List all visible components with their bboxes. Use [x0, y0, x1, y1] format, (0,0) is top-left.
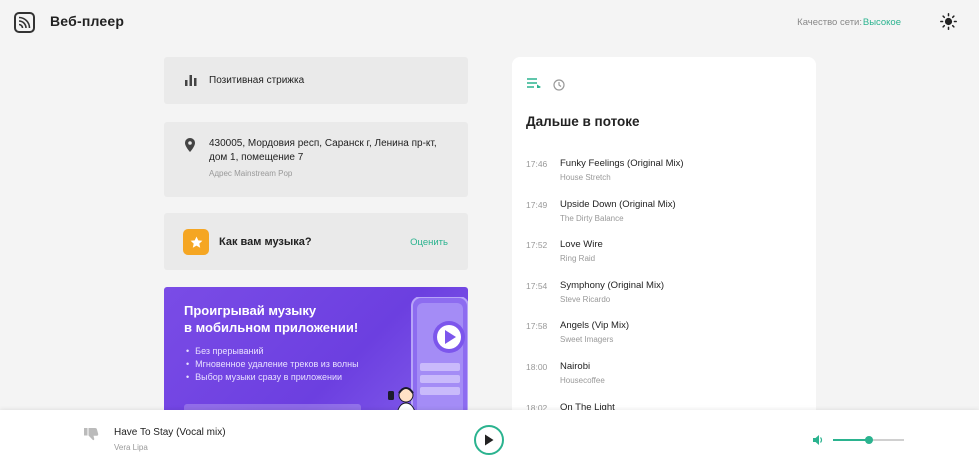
station-card: Позитивная стрижка: [164, 57, 468, 104]
queue-item[interactable]: 18:00 Nairobi Housecoffee: [512, 359, 816, 395]
theme-toggle-sun-icon[interactable]: [940, 13, 957, 30]
queue-item-time: 17:49: [526, 200, 548, 210]
queue-item-time: 17:52: [526, 240, 548, 250]
player-bar: Have To Stay (Vocal mix) Vera Lipa: [0, 410, 979, 462]
address-caption: Адрес Mainstream Pop: [209, 169, 293, 178]
queue-title: Дальше в потоке: [526, 114, 640, 129]
dislike-icon[interactable]: [84, 427, 99, 441]
star-icon: [183, 229, 209, 255]
queue-item-artist: The Dirty Balance: [560, 214, 624, 223]
history-clock-icon[interactable]: [553, 79, 565, 91]
now-playing-title: Have To Stay (Vocal mix): [114, 427, 226, 438]
queue-item-artist: Housecoffee: [560, 376, 605, 385]
queue-item-time: 17:58: [526, 321, 548, 331]
volume-slider-fill: [833, 439, 869, 441]
queue-item-time: 17:54: [526, 281, 548, 291]
queue-item-artist: House Stretch: [560, 173, 611, 182]
queue-item-artist: Steve Ricardo: [560, 295, 611, 304]
queue-item[interactable]: 17:46 Funky Feelings (Original Mix) Hous…: [512, 156, 816, 192]
mobile-app-promo[interactable]: Проигрывай музыку в мобильном приложении…: [164, 287, 468, 417]
play-button[interactable]: [474, 425, 504, 455]
volume-icon[interactable]: [813, 435, 825, 445]
promo-bullet: Без прерываний: [186, 346, 263, 356]
promo-title-line-1: Проигрывай музыку: [184, 303, 317, 318]
queue-item-title: Symphony (Original Mix): [560, 280, 664, 291]
rating-question: Как вам музыка?: [219, 236, 312, 248]
equalizer-bars-icon: [185, 75, 197, 86]
queue-item-title: Upside Down (Original Mix): [560, 199, 676, 210]
queue-item[interactable]: 17:58 Angels (Vip Mix) Sweet Imagers: [512, 318, 816, 354]
queue-item-title: Angels (Vip Mix): [560, 320, 629, 331]
address-card: 430005, Мордовия респ, Саранск г, Ленина…: [164, 122, 468, 197]
network-quality-label: Качество сети:: [797, 17, 862, 28]
now-playing-artist: Vera Lipa: [114, 443, 148, 452]
queue-panel: Дальше в потоке 17:46 Funky Feelings (Or…: [512, 57, 816, 417]
play-icon: [485, 434, 494, 446]
queue-item-title: Love Wire: [560, 239, 603, 250]
volume-slider[interactable]: [833, 436, 904, 444]
promo-bullet: Выбор музыки сразу в приложении: [186, 372, 342, 382]
queue-tab-list-icon[interactable]: [527, 78, 541, 88]
queue-item-time: 18:00: [526, 362, 548, 372]
station-name: Позитивная стрижка: [209, 75, 305, 86]
promo-bullet: Мгновенное удаление треков из волны: [186, 359, 358, 369]
queue-item-title: Nairobi: [560, 361, 591, 372]
location-pin-icon: [185, 138, 195, 152]
promo-title-line-2: в мобильном приложении!: [184, 320, 359, 335]
queue-item[interactable]: 17:49 Upside Down (Original Mix) The Dir…: [512, 197, 816, 233]
network-quality-value[interactable]: Высокое: [863, 17, 901, 28]
queue-item-artist: Sweet Imagers: [560, 335, 614, 344]
queue-item-title: Funky Feelings (Original Mix): [560, 158, 684, 169]
volume-slider-handle[interactable]: [864, 436, 873, 444]
top-bar: Веб-плеер Качество сети: Высокое: [0, 0, 979, 44]
queue-item-time: 17:46: [526, 159, 548, 169]
app-title: Веб-плеер: [50, 13, 125, 29]
rate-button[interactable]: Оценить: [410, 237, 448, 248]
address-line-1: 430005, Мордовия респ, Саранск г, Ленина…: [209, 138, 437, 149]
rating-card: Как вам музыка? Оценить: [164, 213, 468, 270]
phone-illustration-icon: [388, 297, 468, 417]
queue-item[interactable]: 17:54 Symphony (Original Mix) Steve Rica…: [512, 278, 816, 314]
address-line-2: дом 1, помещение 7: [209, 152, 304, 163]
queue-item[interactable]: 17:52 Love Wire Ring Raid: [512, 237, 816, 273]
queue-item-artist: Ring Raid: [560, 254, 596, 263]
cast-logo-icon: [14, 12, 35, 33]
